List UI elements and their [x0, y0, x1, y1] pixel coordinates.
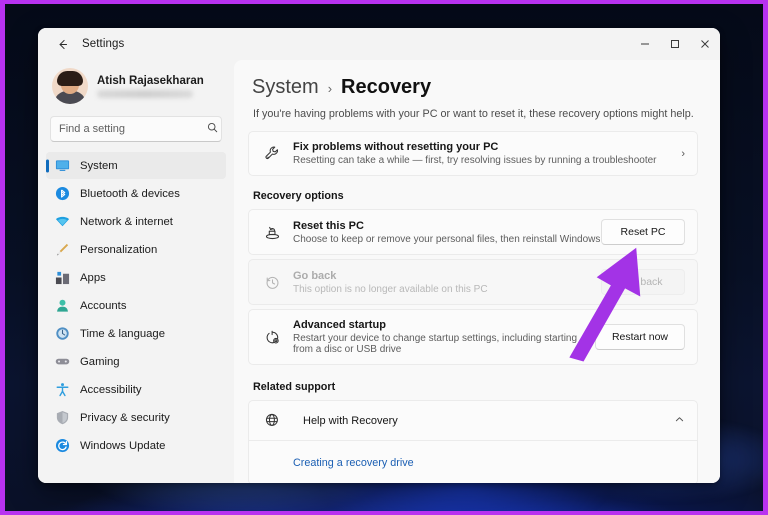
- avatar: [52, 68, 88, 104]
- bluetooth-icon: [54, 186, 70, 202]
- sidebar-item-personalization[interactable]: Personalization: [46, 236, 226, 263]
- sidebar-item-accessibility[interactable]: Accessibility: [46, 376, 226, 403]
- reset-pc-button[interactable]: Reset PC: [601, 219, 685, 245]
- profile-name: Atish Rajasekharan: [97, 74, 204, 87]
- support-title: Help with Recovery: [303, 414, 398, 427]
- history-back-icon: [261, 274, 283, 291]
- globe-help-icon: [261, 412, 283, 429]
- chevron-up-icon[interactable]: [666, 414, 685, 428]
- sidebar-item-label: Gaming: [80, 355, 120, 368]
- sidebar-item-gaming[interactable]: Gaming: [46, 348, 226, 375]
- help-with-recovery-header[interactable]: Help with Recovery: [248, 400, 698, 441]
- accessibility-icon: [54, 382, 70, 398]
- sidebar-item-bluetooth-devices[interactable]: Bluetooth & devices: [46, 180, 226, 207]
- window-title: Settings: [82, 38, 125, 50]
- sidebar-item-label: Time & language: [80, 327, 165, 340]
- card-title: Reset this PC: [293, 219, 364, 232]
- window-controls: [630, 28, 720, 60]
- advanced-startup-row[interactable]: Advanced startup Restart your device to …: [248, 309, 698, 365]
- sidebar-item-accounts[interactable]: Accounts: [46, 292, 226, 319]
- wrench-icon: [261, 145, 283, 162]
- card-subtitle: Resetting can take a while — first, try …: [293, 155, 657, 166]
- back-arrow-icon[interactable]: [48, 31, 76, 57]
- user-profile[interactable]: Atish Rajasekharan: [46, 62, 226, 108]
- close-button[interactable]: [690, 28, 720, 60]
- profile-email-blurred: [97, 89, 193, 98]
- reset-pc-icon: [261, 224, 283, 241]
- go-back-button: Go back: [601, 269, 685, 295]
- window-titlebar: Settings: [38, 28, 720, 60]
- annotation-frame: Settings Atish Rajasekharan Find a setti…: [0, 0, 768, 515]
- chevron-right-icon: ›: [681, 147, 685, 160]
- gamepad-icon: [54, 354, 70, 370]
- restart-now-button[interactable]: Restart now: [594, 324, 685, 350]
- maximize-button[interactable]: [660, 28, 690, 60]
- sidebar-item-windows-update[interactable]: Windows Update: [46, 432, 226, 459]
- sidebar-item-label: Apps: [80, 271, 106, 284]
- sidebar-item-label: Personalization: [80, 243, 158, 256]
- card-title: Fix problems without resetting your PC: [293, 141, 499, 153]
- creating-a-recovery-drive-link[interactable]: Creating a recovery drive: [293, 457, 414, 469]
- settings-window: Settings Atish Rajasekharan Find a setti…: [38, 28, 720, 483]
- main-content: System › Recovery If you're having probl…: [234, 60, 720, 483]
- apps-icon: [54, 270, 70, 286]
- card-title: Advanced startup: [293, 319, 386, 331]
- chevron-right-icon: ›: [327, 81, 333, 96]
- clock-globe-icon: [54, 326, 70, 342]
- sidebar-item-time-language[interactable]: Time & language: [46, 320, 226, 347]
- sidebar-item-label: Network & internet: [80, 215, 173, 228]
- sidebar-item-label: Bluetooth & devices: [80, 187, 180, 200]
- sidebar-item-apps[interactable]: Apps: [46, 264, 226, 291]
- card-subtitle: Choose to keep or remove your personal f…: [293, 233, 601, 245]
- search-container: [46, 108, 226, 152]
- advanced-startup-icon: [261, 329, 283, 346]
- card-title: Go back: [293, 269, 337, 282]
- reset-this-pc-row[interactable]: Reset this PC Choose to keep or remove y…: [248, 209, 698, 255]
- search-icon: [207, 122, 218, 136]
- update-icon: [54, 438, 70, 454]
- recovery-options-heading: Recovery options: [253, 190, 344, 202]
- help-with-recovery-group: Help with Recovery Creating a recovery d…: [248, 400, 698, 483]
- person-icon: [54, 298, 70, 314]
- card-subtitle: This option is no longer available on th…: [293, 283, 488, 295]
- page-title: Recovery: [341, 76, 432, 98]
- sidebar-item-network-internet[interactable]: Network & internet: [46, 208, 226, 235]
- sidebar-item-label: System: [80, 159, 118, 172]
- minimize-button[interactable]: [630, 28, 660, 60]
- go-back-row: Go back This option is no longer availab…: [248, 259, 698, 305]
- sidebar-item-system[interactable]: System: [46, 152, 226, 179]
- shield-icon: [54, 410, 70, 426]
- sidebar: Atish Rajasekharan Find a setting System…: [38, 60, 234, 483]
- paintbrush-icon: [54, 242, 70, 258]
- monitor-icon: [54, 158, 70, 174]
- wifi-icon: [54, 214, 70, 230]
- fix-problems-card[interactable]: Fix problems without resetting your PC R…: [248, 131, 698, 176]
- breadcrumb: System › Recovery: [248, 70, 698, 99]
- sidebar-item-label: Privacy & security: [80, 411, 170, 424]
- desktop: Settings Atish Rajasekharan Find a setti…: [5, 4, 763, 511]
- help-with-recovery-body: Creating a recovery drive: [248, 441, 698, 483]
- sidebar-item-privacy-security[interactable]: Privacy & security: [46, 404, 226, 431]
- search-input[interactable]: [59, 123, 201, 135]
- breadcrumb-parent[interactable]: System: [252, 76, 319, 99]
- search-box[interactable]: [50, 116, 222, 142]
- sidebar-item-label: Accounts: [80, 299, 127, 312]
- related-support-heading: Related support: [253, 381, 336, 393]
- card-subtitle: Restart your device to change startup se…: [293, 333, 578, 355]
- sidebar-item-label: Windows Update: [80, 439, 166, 452]
- sidebar-nav: System Bluetooth & devices Network & int…: [46, 152, 226, 459]
- sidebar-item-label: Accessibility: [80, 383, 142, 396]
- page-description: If you're having problems with your PC o…: [253, 108, 694, 120]
